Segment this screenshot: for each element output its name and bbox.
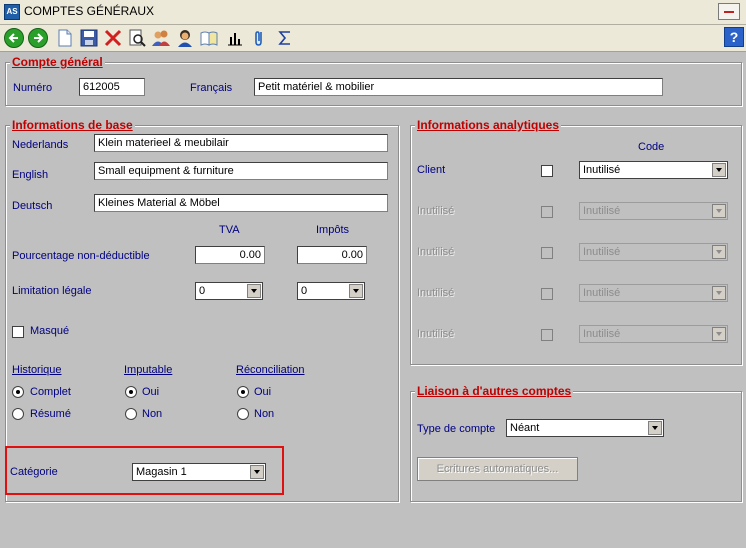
categorie-select[interactable]: Magasin 1: [132, 463, 266, 481]
limitation-impots-value: 0: [301, 285, 308, 297]
analytic-row-value: Inutilisé: [583, 328, 621, 340]
imputable-label: Imputable: [124, 364, 173, 376]
analytic-row-select[interactable]: Inutilisé: [579, 243, 728, 261]
save-icon[interactable]: [79, 28, 99, 48]
categorie-label: Catégorie: [10, 466, 58, 478]
analytic-row-value: Inutilisé: [583, 205, 621, 217]
limitation-label: Limitation légale: [12, 285, 92, 297]
masque-checkbox[interactable]: [12, 326, 24, 338]
deutsch-label: Deutsch: [12, 200, 53, 212]
pourcentage-tva-field[interactable]: 0.00: [195, 246, 265, 264]
analytic-row-checkbox[interactable]: [541, 165, 553, 177]
limitation-impots-select[interactable]: 0: [297, 282, 365, 300]
analytic-row-checkbox[interactable]: [541, 206, 553, 218]
title-bar: AS COMPTES GÉNÉRAUX: [0, 0, 746, 25]
type-compte-label: Type de compte: [417, 423, 496, 435]
informations-base-legend: Informations de base: [10, 118, 135, 132]
pourcentage-impots-field[interactable]: 0.00: [297, 246, 367, 264]
type-compte-value: Néant: [510, 422, 540, 434]
numero-label: Numéro: [13, 82, 53, 94]
toolbar: ?: [0, 25, 746, 52]
minimize-button[interactable]: [718, 3, 740, 20]
chevron-down-icon[interactable]: [349, 284, 363, 298]
analytic-row-value: Inutilisé: [583, 287, 621, 299]
reconciliation-oui-radio[interactable]: [237, 386, 249, 398]
app-icon: AS: [4, 4, 20, 20]
historique-label: Historique: [12, 364, 62, 376]
imputable-oui-radio[interactable]: [125, 386, 137, 398]
chevron-down-icon[interactable]: [712, 204, 726, 218]
chevron-down-icon[interactable]: [250, 465, 264, 479]
historique-complet-radio[interactable]: [12, 386, 24, 398]
historique-resume-label: Résumé: [30, 408, 71, 420]
analytic-row-select[interactable]: Inutilisé: [579, 325, 728, 343]
imputable-oui-label: Oui: [142, 386, 160, 398]
code-header: Code: [638, 141, 665, 153]
ecritures-automatiques-button[interactable]: Ecritures automatiques...: [417, 457, 578, 481]
impots-header: Impôts: [316, 224, 350, 236]
liaison-group: Liaison à d'autres comptes: [410, 384, 742, 502]
chevron-down-icon[interactable]: [712, 245, 726, 259]
pourcentage-label: Pourcentage non-déductible: [12, 250, 150, 262]
delete-icon[interactable]: [103, 28, 123, 48]
compte-general-legend: Compte général: [10, 55, 105, 69]
reconciliation-oui-label: Oui: [254, 386, 272, 398]
analytic-row-label: Inutilisé: [417, 246, 455, 258]
analytic-row-label: Client: [417, 164, 446, 176]
francais-field[interactable]: Petit matériel & mobilier: [254, 78, 663, 96]
limitation-tva-select[interactable]: 0: [195, 282, 263, 300]
analytic-row-checkbox[interactable]: [541, 329, 553, 341]
tva-header: TVA: [219, 224, 240, 236]
forward-icon[interactable]: [28, 28, 48, 48]
attachment-icon[interactable]: [249, 28, 269, 48]
numero-field[interactable]: 612005: [79, 78, 145, 96]
analytic-row-label: Inutilisé: [417, 287, 455, 299]
chart-icon[interactable]: [225, 28, 245, 48]
limitation-tva-value: 0: [199, 285, 206, 297]
analytic-row-label: Inutilisé: [417, 205, 455, 217]
english-label: English: [12, 169, 49, 181]
nederlands-field[interactable]: Klein materieel & meubilair: [94, 134, 388, 152]
analytic-row-label: Inutilisé: [417, 328, 455, 340]
back-icon[interactable]: [4, 28, 24, 48]
liaison-legend: Liaison à d'autres comptes: [415, 384, 574, 398]
analytic-row-select[interactable]: Inutilisé: [579, 284, 728, 302]
reconciliation-non-radio[interactable]: [237, 408, 249, 420]
analytic-row-select[interactable]: Inutilisé: [579, 161, 728, 179]
imputable-non-radio[interactable]: [125, 408, 137, 420]
masque-label: Masqué: [30, 325, 70, 337]
imputable-non-label: Non: [142, 408, 163, 420]
chevron-down-icon[interactable]: [712, 286, 726, 300]
user-icon[interactable]: [175, 28, 195, 48]
chevron-down-icon[interactable]: [712, 327, 726, 341]
reconciliation-label: Réconciliation: [236, 364, 305, 376]
historique-resume-radio[interactable]: [12, 408, 24, 420]
analytic-row-checkbox[interactable]: [541, 247, 553, 259]
categorie-value: Magasin 1: [136, 466, 187, 478]
analytic-row-select[interactable]: Inutilisé: [579, 202, 728, 220]
users-icon[interactable]: [151, 28, 171, 48]
analytic-row-value: Inutilisé: [583, 164, 621, 176]
reconciliation-non-label: Non: [254, 408, 275, 420]
chevron-down-icon[interactable]: [247, 284, 261, 298]
sum-icon[interactable]: [275, 28, 295, 48]
book-icon[interactable]: [199, 28, 219, 48]
informations-analytiques-legend: Informations analytiques: [415, 118, 562, 132]
window-title: COMPTES GÉNÉRAUX: [24, 4, 155, 18]
historique-complet-label: Complet: [30, 386, 71, 398]
francais-label: Français: [190, 82, 233, 94]
nederlands-label: Nederlands: [12, 139, 69, 151]
new-document-icon[interactable]: [55, 28, 75, 48]
analytic-row-checkbox[interactable]: [541, 288, 553, 300]
type-compte-select[interactable]: Néant: [506, 419, 664, 437]
english-field[interactable]: Small equipment & furniture: [94, 162, 388, 180]
analytic-row-value: Inutilisé: [583, 246, 621, 258]
chevron-down-icon[interactable]: [712, 163, 726, 177]
chevron-down-icon[interactable]: [648, 421, 662, 435]
search-icon[interactable]: [127, 28, 147, 48]
help-icon[interactable]: ?: [724, 27, 744, 47]
deutsch-field[interactable]: Kleines Material & Möbel: [94, 194, 388, 212]
